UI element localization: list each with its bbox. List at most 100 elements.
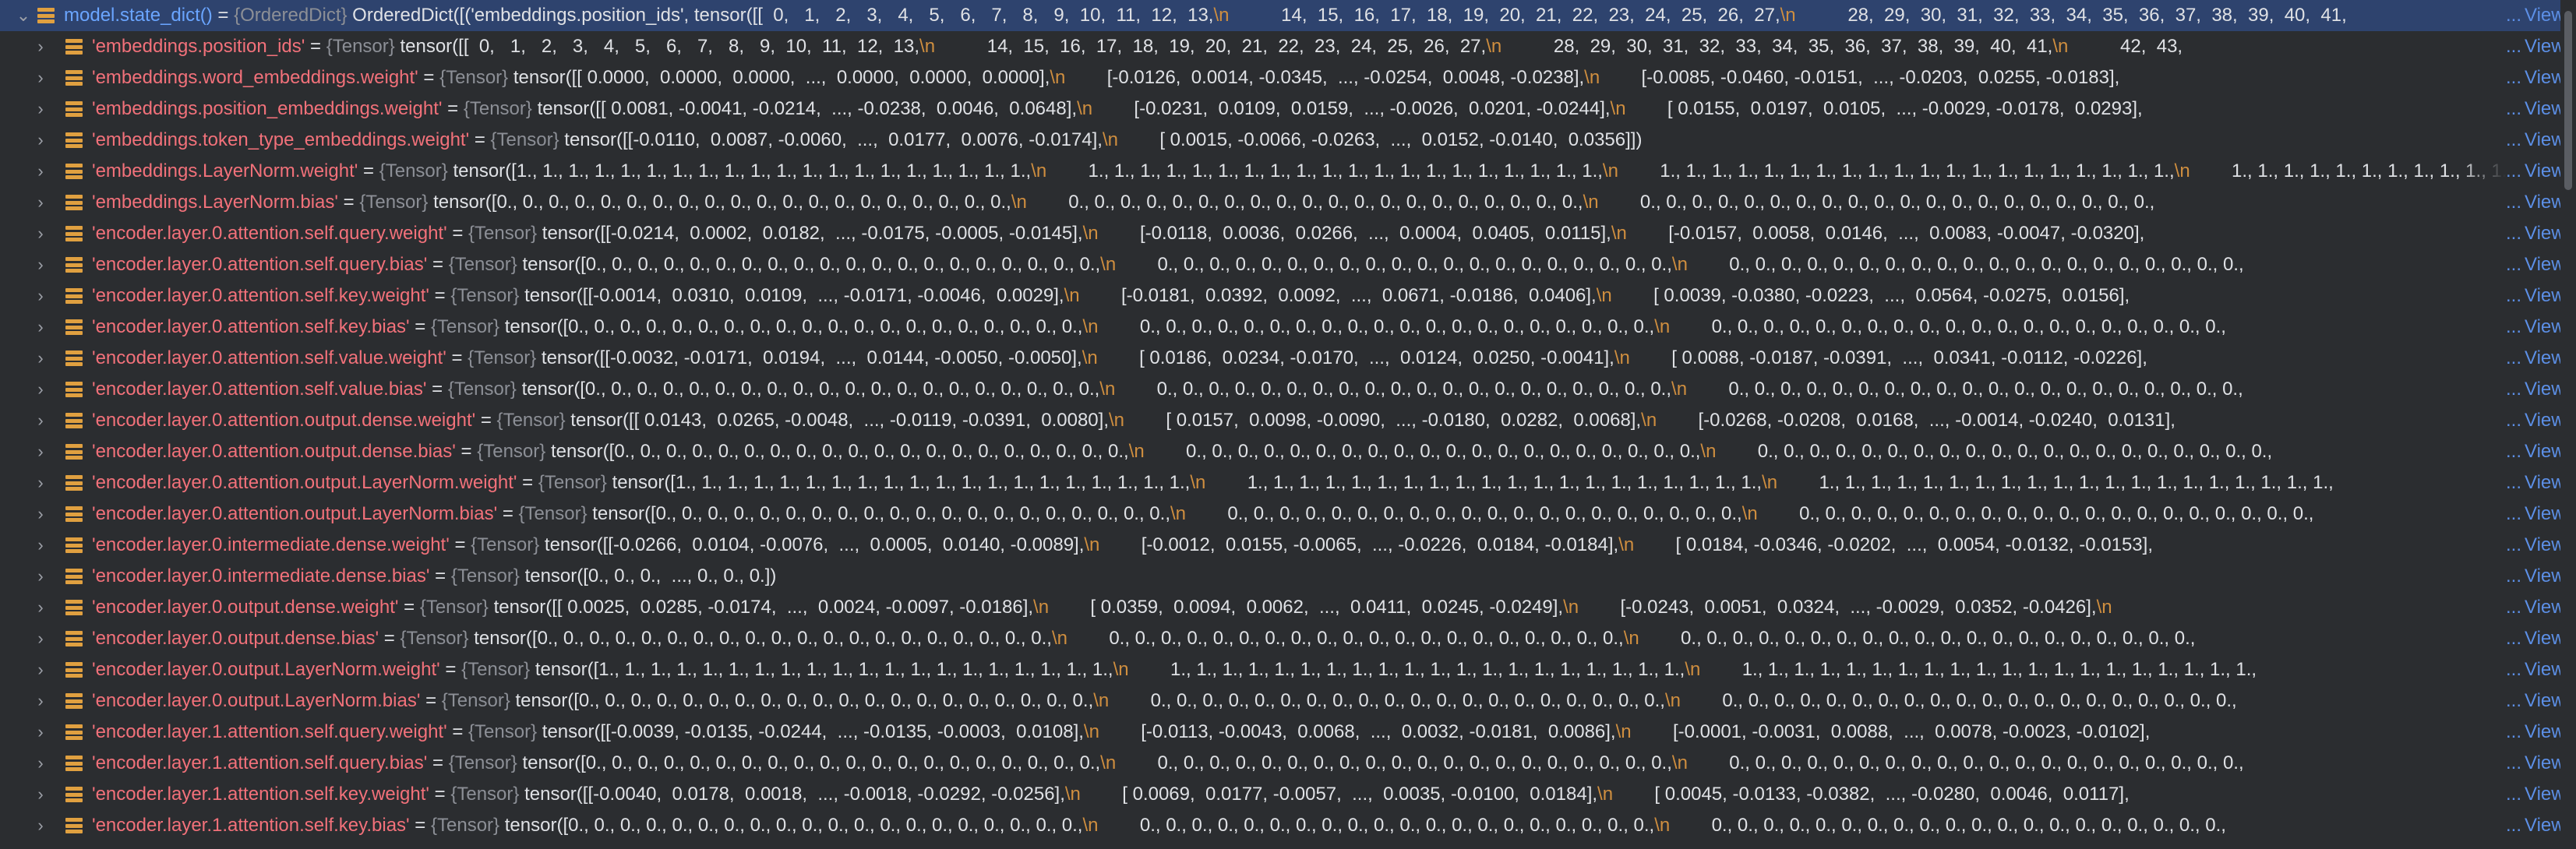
view-link[interactable]: ... View — [2506, 374, 2565, 405]
scrollbar[interactable] — [2560, 0, 2576, 849]
tree-row[interactable]: › 'encoder.layer.1.attention.self.query.w… — [0, 717, 2576, 748]
variable-type: {Tensor} — [447, 379, 517, 400]
row-fade — [2459, 280, 2506, 312]
view-link[interactable]: ... View — [2506, 779, 2565, 810]
view-link[interactable]: ... View — [2506, 717, 2565, 748]
newline-escape: \n — [1602, 160, 1618, 181]
tree-row[interactable]: › 'encoder.layer.0.attention.output.Layer… — [0, 498, 2576, 530]
chevron-right-icon[interactable]: › — [30, 436, 51, 467]
chevron-right-icon[interactable]: › — [30, 592, 51, 623]
tree-row[interactable]: › 'encoder.layer.1.attention.self.query.b… — [0, 748, 2576, 779]
newline-escape: \n — [1082, 223, 1099, 244]
tree-row[interactable]: › 'encoder.layer.0.attention.self.query.w… — [0, 218, 2576, 249]
chevron-right-icon[interactable]: › — [30, 280, 51, 312]
tree-row[interactable]: › 'encoder.layer.0.output.LayerNorm.weigh… — [0, 654, 2576, 685]
variable-value: tensor([0., 0., 0., 0., 0., 0., 0., 0., … — [550, 441, 2273, 462]
view-link[interactable]: ... View — [2506, 31, 2565, 62]
chevron-right-icon[interactable]: › — [30, 779, 51, 810]
chevron-right-icon[interactable]: › — [30, 312, 51, 343]
tree-row-text: 'embeddings.word_embeddings.weight' = {T… — [92, 62, 2506, 93]
view-link[interactable]: ... View — [2506, 312, 2565, 343]
chevron-right-icon[interactable]: › — [30, 156, 51, 187]
view-link[interactable]: ... View — [2506, 125, 2565, 156]
chevron-right-icon[interactable]: › — [30, 62, 51, 93]
chevron-right-icon[interactable]: › — [30, 810, 51, 841]
chevron-right-icon[interactable]: › — [30, 498, 51, 530]
view-link[interactable]: ... View — [2506, 62, 2565, 93]
tree-row[interactable]: › 'encoder.layer.1.attention.self.key.bia… — [0, 810, 2576, 841]
chevron-right-icon[interactable]: › — [30, 218, 51, 249]
tree-row[interactable]: › 'encoder.layer.0.attention.self.value.w… — [0, 343, 2576, 374]
chevron-right-icon[interactable]: › — [30, 187, 51, 218]
tree-row[interactable]: › 'encoder.layer.0.attention.self.key.bia… — [0, 312, 2576, 343]
view-link[interactable]: ... View — [2506, 187, 2565, 218]
chevron-right-icon[interactable]: › — [30, 530, 51, 561]
equals-sign: = — [439, 659, 462, 680]
tree-row[interactable]: › 'embeddings.word_embeddings.weight' = {… — [0, 62, 2576, 93]
ellipsis: ... — [2506, 160, 2522, 181]
view-link[interactable]: ... View — [2506, 405, 2565, 436]
view-link[interactable]: ... View — [2506, 685, 2565, 717]
tree-row[interactable]: › 'encoder.layer.0.attention.output.dense… — [0, 405, 2576, 436]
tree-row[interactable]: › 'encoder.layer.0.output.LayerNorm.bias'… — [0, 685, 2576, 717]
view-link[interactable]: ... View — [2506, 467, 2565, 498]
tree-row[interactable]: › 'embeddings.token_type_embeddings.weigh… — [0, 125, 2576, 156]
view-link[interactable]: ... View — [2506, 436, 2565, 467]
tree-row[interactable]: › 'embeddings.LayerNorm.weight' = {Tensor… — [0, 156, 2576, 187]
view-link[interactable]: ... View — [2506, 93, 2565, 125]
view-link[interactable]: ... View — [2506, 561, 2565, 592]
tree-row[interactable]: › 'encoder.layer.0.intermediate.dense.wei… — [0, 530, 2576, 561]
view-link[interactable]: ... View — [2506, 654, 2565, 685]
view-link[interactable]: ... View — [2506, 592, 2565, 623]
tree-row-text: 'encoder.layer.0.attention.self.key.bias… — [92, 312, 2506, 343]
chevron-right-icon[interactable]: › — [30, 374, 51, 405]
view-link[interactable]: ... View — [2506, 748, 2565, 779]
view-link[interactable]: ... View — [2506, 810, 2565, 841]
chevron-right-icon[interactable]: › — [30, 717, 51, 748]
view-link[interactable]: ... View — [2506, 498, 2565, 530]
view-link[interactable]: ... View — [2506, 530, 2565, 561]
tree-row[interactable]: › 'encoder.layer.0.intermediate.dense.bia… — [0, 561, 2576, 592]
tree-row[interactable]: › 'embeddings.LayerNorm.bias' = {Tensor} … — [0, 187, 2576, 218]
chevron-right-icon[interactable]: › — [30, 467, 51, 498]
ellipsis: ... — [2506, 441, 2522, 462]
chevron-right-icon[interactable]: › — [30, 31, 51, 62]
variable-name: 'encoder.layer.0.attention.output.dense.… — [92, 410, 476, 431]
chevron-right-icon[interactable]: › — [30, 249, 51, 280]
chevron-right-icon[interactable]: › — [30, 623, 51, 654]
tree-row[interactable]: › 'encoder.layer.0.output.dense.bias' = {… — [0, 623, 2576, 654]
tree-row[interactable]: › 'encoder.layer.0.attention.self.query.b… — [0, 249, 2576, 280]
tree-row[interactable]: › 'encoder.layer.0.attention.self.value.b… — [0, 374, 2576, 405]
view-link[interactable]: ... View — [2506, 343, 2565, 374]
chevron-right-icon[interactable]: › — [30, 561, 51, 592]
view-label: View — [2525, 690, 2565, 711]
view-link[interactable]: ... View — [2506, 0, 2565, 31]
tree-row[interactable]: › 'encoder.layer.0.attention.output.dense… — [0, 436, 2576, 467]
chevron-right-icon[interactable]: › — [30, 748, 51, 779]
tree-row-root[interactable]: ⌄ model.state_dict() = {OrderedDict} Ord… — [0, 0, 2576, 31]
tree-row[interactable]: › 'embeddings.position_embeddings.weight'… — [0, 93, 2576, 125]
variable-icon — [65, 786, 83, 803]
tree-row[interactable]: › 'embeddings.position_ids' = {Tensor} te… — [0, 31, 2576, 62]
tree-row[interactable]: › 'encoder.layer.0.attention.self.key.wei… — [0, 280, 2576, 312]
chevron-down-icon[interactable]: ⌄ — [12, 0, 34, 31]
tree-row[interactable]: › 'encoder.layer.0.attention.output.Layer… — [0, 467, 2576, 498]
view-link[interactable]: ... View — [2506, 218, 2565, 249]
chevron-right-icon[interactable]: › — [30, 654, 51, 685]
newline-escape: \n — [1671, 254, 1688, 275]
view-link[interactable]: ... View — [2506, 249, 2565, 280]
scrollbar-thumb[interactable] — [2564, 11, 2572, 190]
chevron-right-icon[interactable]: › — [30, 405, 51, 436]
chevron-right-icon[interactable]: › — [30, 125, 51, 156]
chevron-right-icon[interactable]: › — [30, 343, 51, 374]
newline-escape: \n — [2052, 36, 2069, 57]
tree-row[interactable]: › 'encoder.layer.1.attention.self.key.wei… — [0, 779, 2576, 810]
view-link[interactable]: ... View — [2506, 623, 2565, 654]
view-link[interactable]: ... View — [2506, 156, 2565, 187]
tree-row[interactable]: › 'encoder.layer.0.output.dense.weight' =… — [0, 592, 2576, 623]
view-link[interactable]: ... View — [2506, 280, 2565, 312]
variable-icon — [65, 225, 83, 242]
chevron-right-icon[interactable]: › — [30, 685, 51, 717]
variable-name: 'encoder.layer.1.attention.self.key.bias… — [92, 815, 410, 836]
chevron-right-icon[interactable]: › — [30, 93, 51, 125]
